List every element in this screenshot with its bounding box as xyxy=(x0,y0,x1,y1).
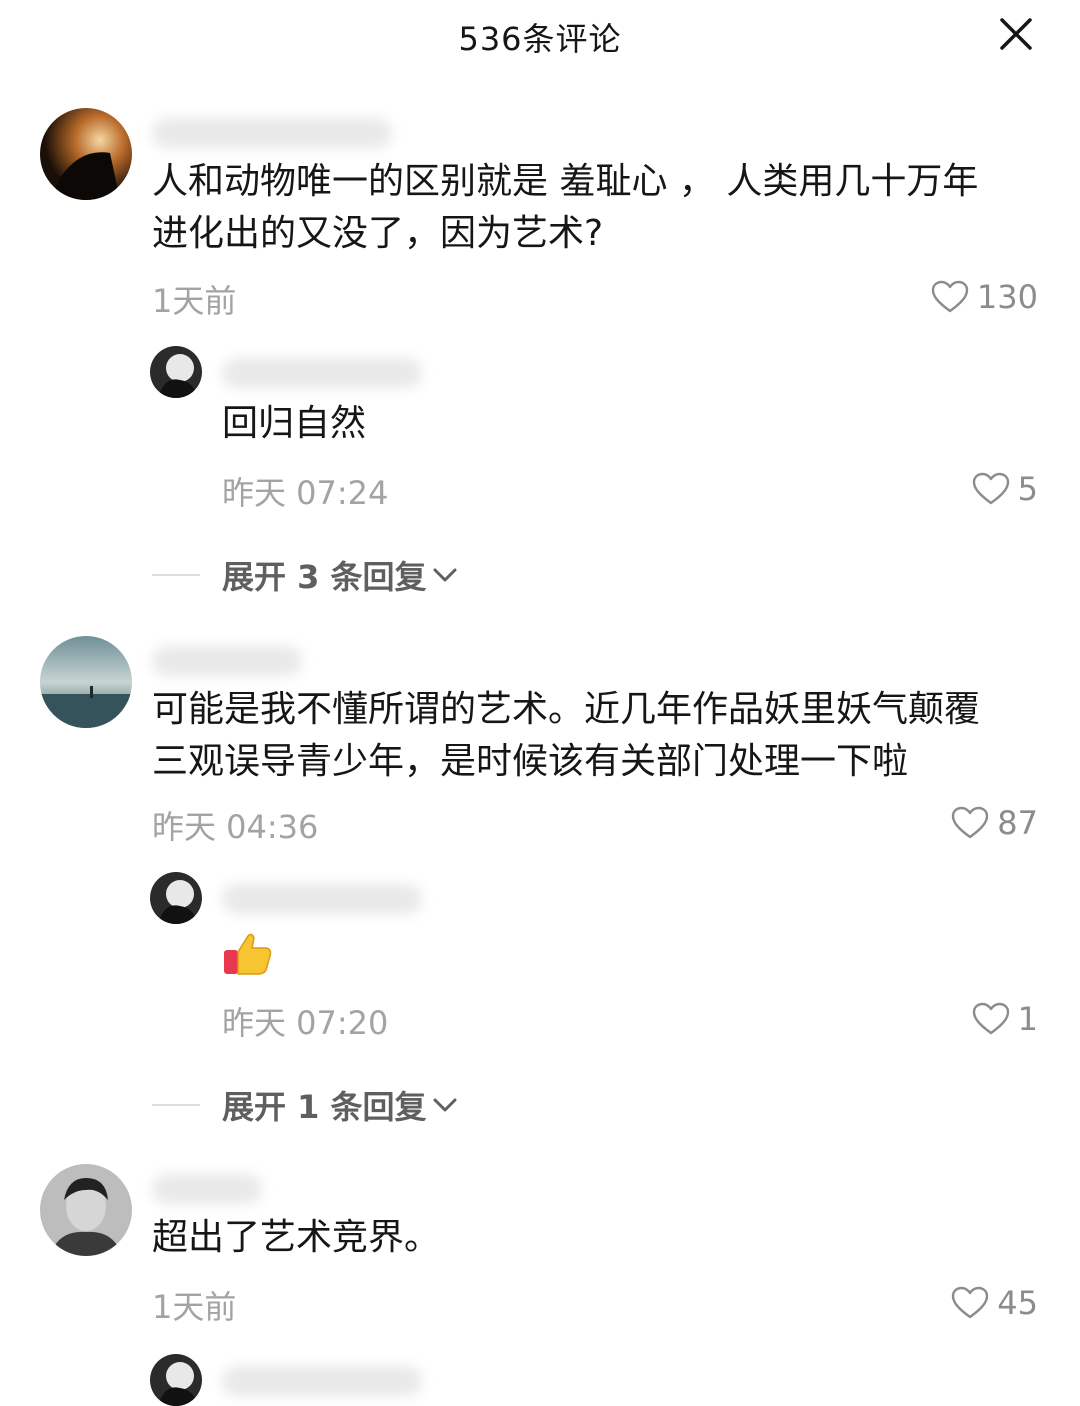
like-count: 87 xyxy=(997,804,1038,842)
expand-replies-button[interactable]: 展开 3 条回复 xyxy=(152,552,459,598)
comment-text: 人和动物唯一的区别就是 羞耻心 ， 人类用几十万年 进化出的又没了，因为艺术? xyxy=(152,161,979,254)
reply-avatar[interactable] xyxy=(150,346,202,398)
divider xyxy=(152,574,200,576)
reply-username-redacted xyxy=(222,884,422,914)
avatar[interactable] xyxy=(40,108,132,200)
reply-avatar[interactable] xyxy=(150,872,202,924)
username-redacted xyxy=(152,118,392,148)
reply-avatar[interactable] xyxy=(150,1354,202,1406)
expand-replies-label: 展开 3 条回复 xyxy=(222,558,427,596)
reply-username-redacted xyxy=(222,358,422,388)
reply-username-redacted xyxy=(222,1366,422,1396)
heart-icon xyxy=(972,472,1009,505)
reply-text: 回归自然 xyxy=(222,403,367,444)
close-button[interactable] xyxy=(996,14,1036,54)
comments-header: 536条评论 xyxy=(0,0,1080,72)
heart-icon xyxy=(931,280,969,313)
comment-time: 1天前 xyxy=(152,282,237,320)
thumbs-up-icon xyxy=(224,933,272,975)
heart-icon xyxy=(972,1002,1009,1035)
like-count: 5 xyxy=(1017,470,1038,508)
chevron-down-icon xyxy=(433,568,457,582)
comment-time: 1天前 xyxy=(152,1288,237,1326)
username-redacted xyxy=(152,1174,262,1204)
chevron-down-icon xyxy=(433,1098,457,1112)
heart-icon xyxy=(952,1286,989,1319)
like-count: 130 xyxy=(976,278,1038,316)
comment-time: 昨天 04:36 xyxy=(152,808,319,846)
like-count: 45 xyxy=(997,1284,1038,1322)
reply-time: 昨天 07:20 xyxy=(222,1004,389,1042)
like-button[interactable]: 45 xyxy=(951,1284,1038,1322)
expand-replies-button[interactable]: 展开 1 条回复 xyxy=(152,1082,459,1128)
heart-icon xyxy=(952,806,989,839)
divider xyxy=(152,1104,200,1106)
avatar[interactable] xyxy=(40,1164,132,1256)
close-icon xyxy=(1000,18,1032,50)
comment-count-title: 536条评论 xyxy=(458,20,622,58)
comment-text: 可能是我不懂所谓的艺术。近几年作品妖里妖气颠覆 三观误导青少年，是时候该有关部门… xyxy=(152,689,981,782)
reply-like-button[interactable]: 1 xyxy=(972,1000,1038,1038)
comment-text: 超出了艺术竞界。 xyxy=(152,1217,441,1258)
username-redacted xyxy=(152,646,302,676)
like-count: 1 xyxy=(1017,1000,1038,1038)
expand-replies-label: 展开 1 条回复 xyxy=(222,1088,427,1126)
like-button[interactable]: 130 xyxy=(931,278,1038,316)
reply-like-button[interactable]: 5 xyxy=(972,470,1038,508)
like-button[interactable]: 87 xyxy=(951,804,1038,842)
reply-time: 昨天 07:24 xyxy=(222,474,389,512)
avatar[interactable] xyxy=(40,636,132,728)
